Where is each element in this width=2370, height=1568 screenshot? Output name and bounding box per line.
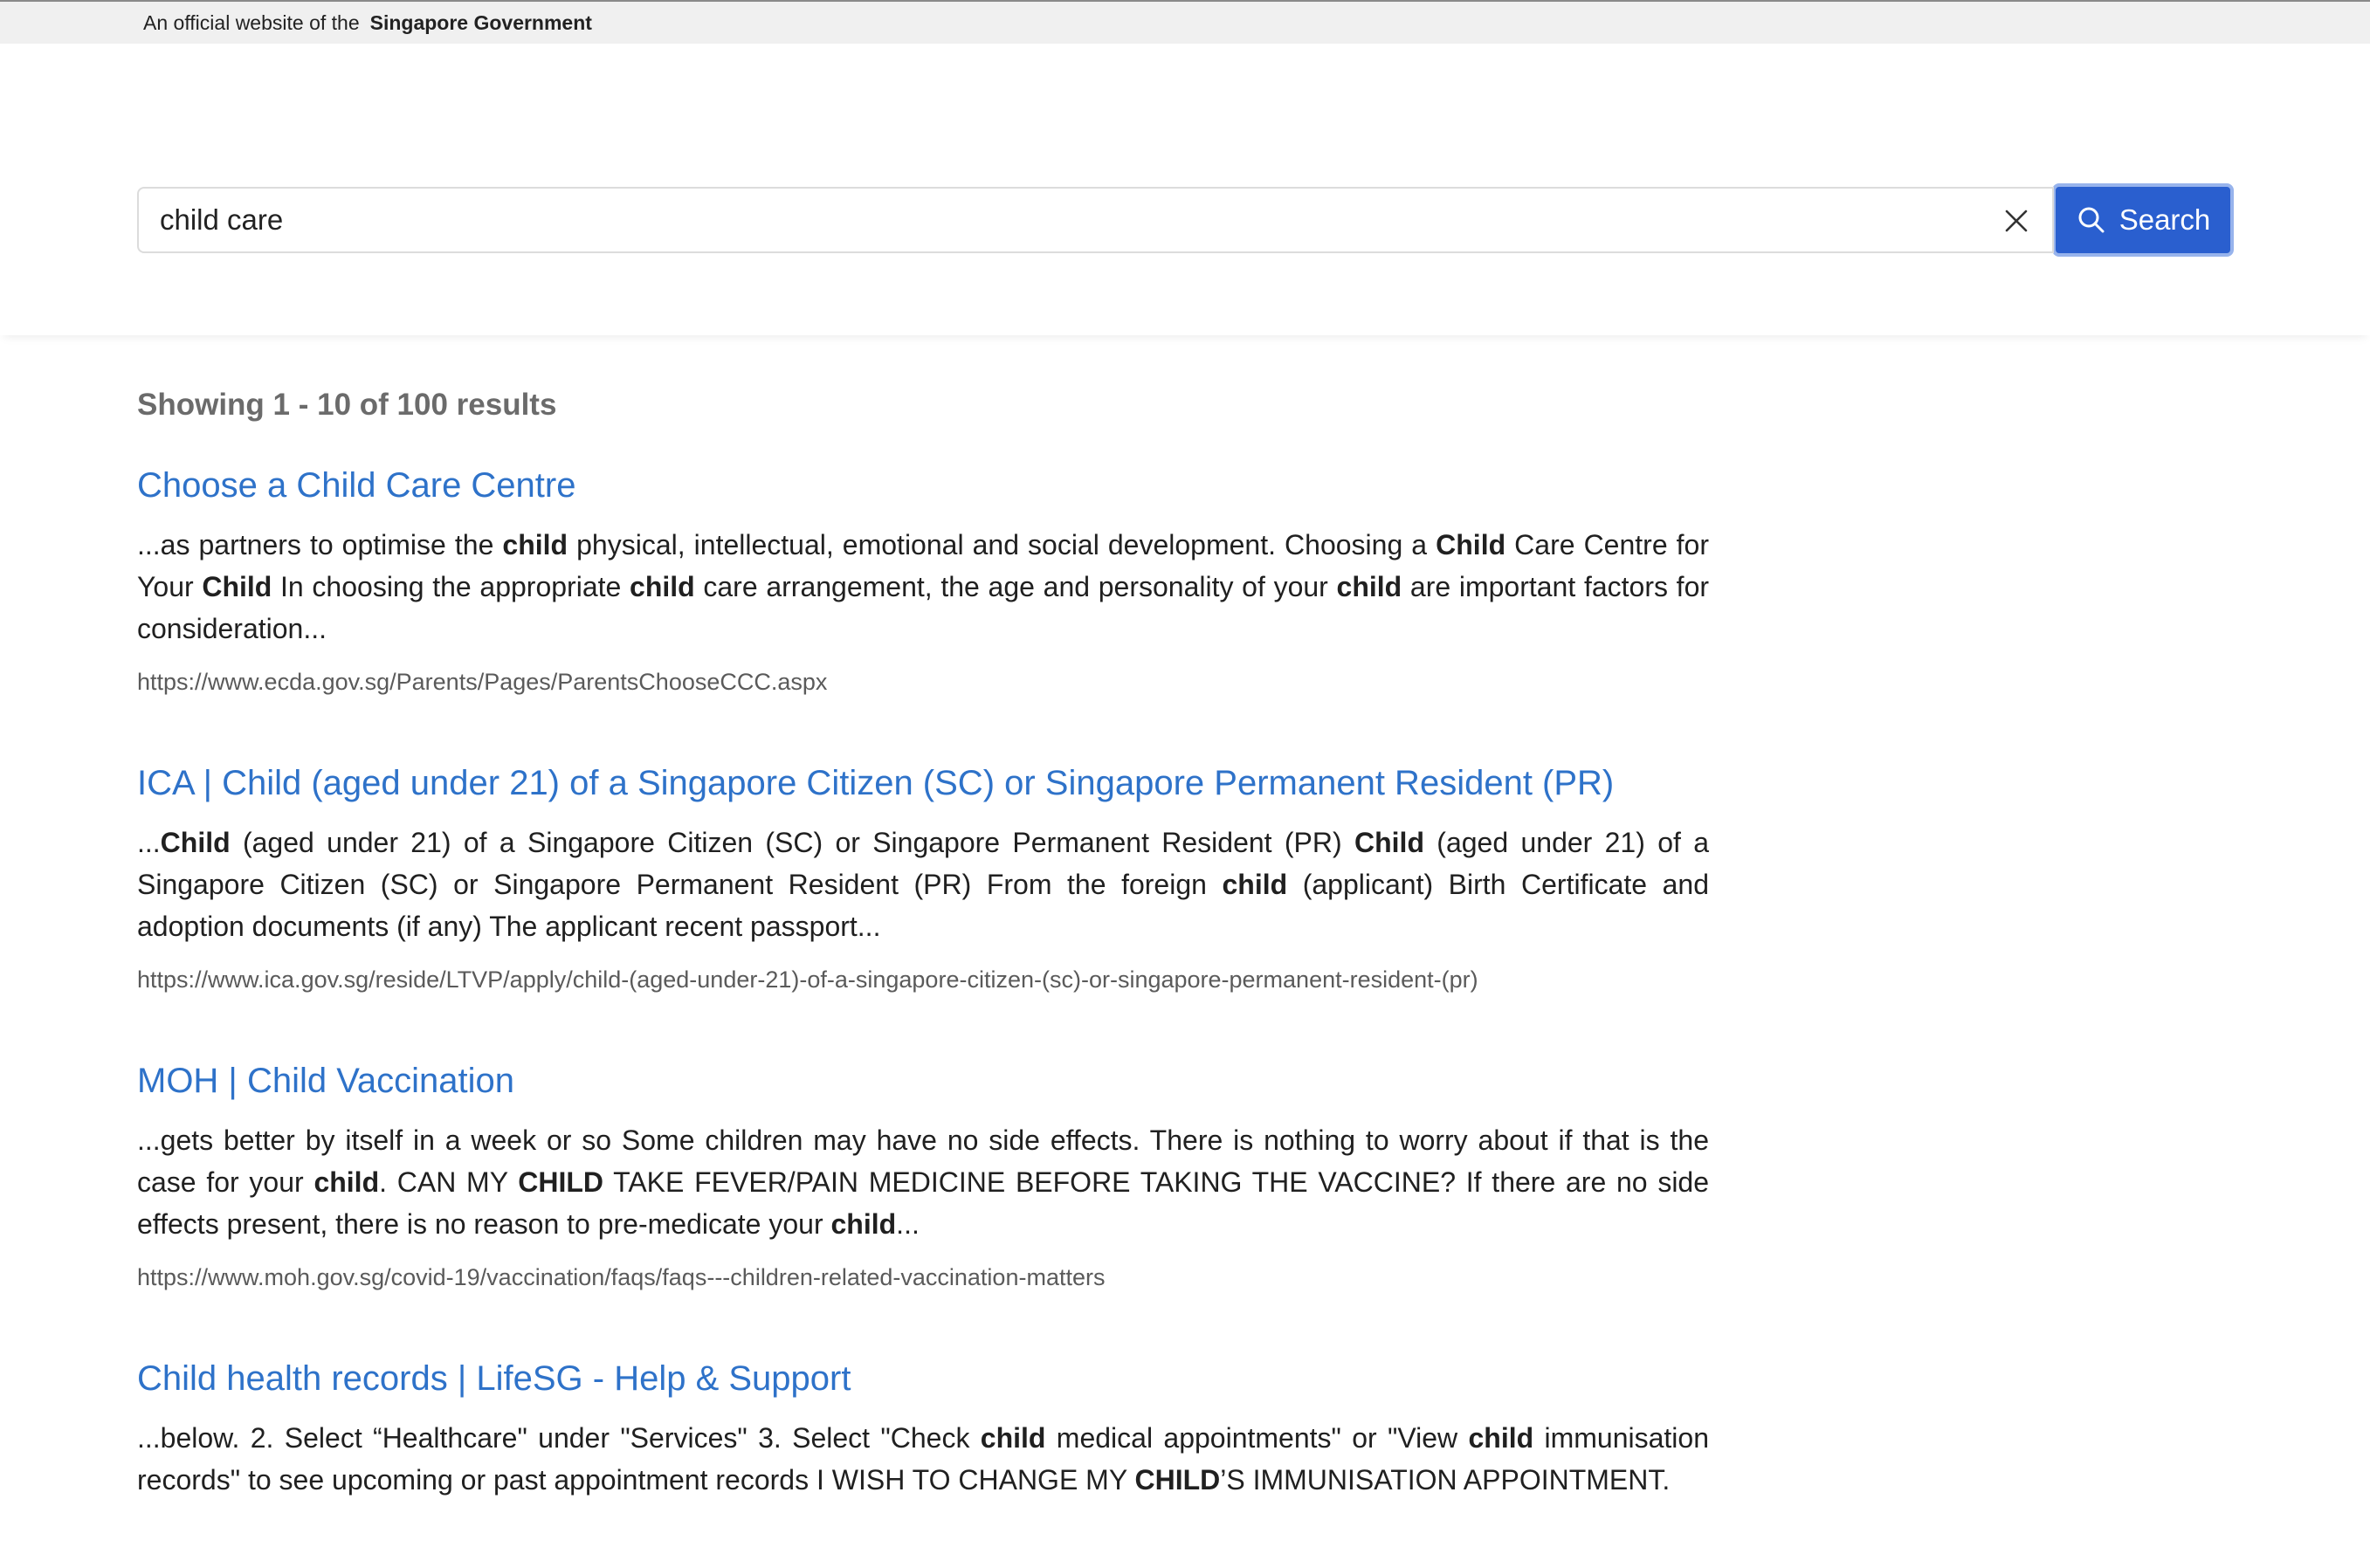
result-snippet: ...Child (aged under 21) of a Singapore … bbox=[137, 822, 1709, 947]
search-icon bbox=[2078, 207, 2105, 233]
snippet-highlight: CHILD bbox=[518, 1166, 603, 1198]
snippet-text: ...below. 2. Select “Healthcare" under "… bbox=[137, 1422, 981, 1454]
search-header: Search bbox=[0, 44, 2370, 335]
masthead-government: Singapore Government bbox=[369, 10, 592, 34]
snippet-highlight: Child bbox=[160, 827, 231, 858]
snippet-text: medical appointments" or "View bbox=[1045, 1422, 1469, 1454]
result-url: https://www.moh.gov.sg/covid-19/vaccinat… bbox=[137, 1264, 1106, 1290]
snippet-highlight: child bbox=[1336, 571, 1402, 602]
result-item: Child health records | LifeSG - Help & S… bbox=[137, 1359, 1709, 1501]
snippet-highlight: child bbox=[313, 1166, 380, 1198]
result-url: https://www.ica.gov.sg/reside/LTVP/apply… bbox=[137, 966, 1478, 993]
snippet-text: ’S IMMUNISATION APPOINTMENT. bbox=[1220, 1464, 1671, 1496]
snippet-highlight: child bbox=[630, 571, 695, 602]
snippet-text: In choosing the appropriate bbox=[272, 571, 630, 602]
result-title-link[interactable]: ICA | Child (aged under 21) of a Singapo… bbox=[137, 764, 1709, 802]
results-list: Showing 1 - 10 of 100 results Choose a C… bbox=[0, 335, 1709, 1501]
result-item: MOH | Child Vaccination ...gets better b… bbox=[137, 1062, 1709, 1291]
snippet-text: (aged under 21) of a Singapore Citizen (… bbox=[230, 827, 1354, 858]
search-button[interactable]: Search bbox=[2052, 183, 2234, 257]
result-snippet: ...as partners to optimise the child phy… bbox=[137, 524, 1709, 650]
snippet-highlight: child bbox=[502, 529, 568, 560]
result-title-link[interactable]: Child health records | LifeSG - Help & S… bbox=[137, 1359, 1709, 1398]
snippet-highlight: child bbox=[1468, 1422, 1534, 1454]
gov-masthead: An official website of the Singapore Gov… bbox=[0, 0, 2370, 44]
snippet-highlight: child bbox=[980, 1422, 1046, 1454]
results-count: Showing 1 - 10 of 100 results bbox=[137, 388, 557, 422]
snippet-text: ... bbox=[137, 827, 161, 858]
snippet-highlight: child bbox=[1222, 869, 1288, 900]
snippet-highlight: child bbox=[830, 1208, 897, 1240]
result-title-link[interactable]: MOH | Child Vaccination bbox=[137, 1062, 1709, 1100]
snippet-text: ...as partners to optimise the bbox=[137, 529, 503, 560]
snippet-text: physical, intellectual, emotional and so… bbox=[568, 529, 1436, 560]
snippet-highlight: Child bbox=[202, 571, 272, 602]
search-button-label: Search bbox=[2119, 203, 2211, 236]
result-snippet: ...gets better by itself in a week or so… bbox=[137, 1119, 1709, 1245]
snippet-text: . CAN MY bbox=[379, 1166, 519, 1198]
result-url: https://www.ecda.gov.sg/Parents/Pages/Pa… bbox=[137, 669, 828, 695]
result-snippet: ...below. 2. Select “Healthcare" under "… bbox=[137, 1417, 1709, 1501]
result-item: Choose a Child Care Centre ...as partner… bbox=[137, 466, 1709, 696]
snippet-highlight: Child bbox=[1354, 827, 1424, 858]
result-item: ICA | Child (aged under 21) of a Singapo… bbox=[137, 764, 1709, 994]
snippet-text: care arrangement, the age and personalit… bbox=[694, 571, 1337, 602]
search-bar: Search bbox=[137, 183, 2234, 257]
snippet-highlight: Child bbox=[1436, 529, 1506, 560]
snippet-text: ... bbox=[896, 1208, 920, 1240]
masthead-prefix: An official website of the bbox=[143, 10, 360, 34]
clear-search-icon[interactable] bbox=[2000, 204, 2033, 237]
search-input[interactable] bbox=[139, 189, 1978, 251]
result-title-link[interactable]: Choose a Child Care Centre bbox=[137, 466, 1709, 505]
search-box bbox=[137, 187, 2054, 253]
snippet-highlight: CHILD bbox=[1134, 1464, 1221, 1496]
